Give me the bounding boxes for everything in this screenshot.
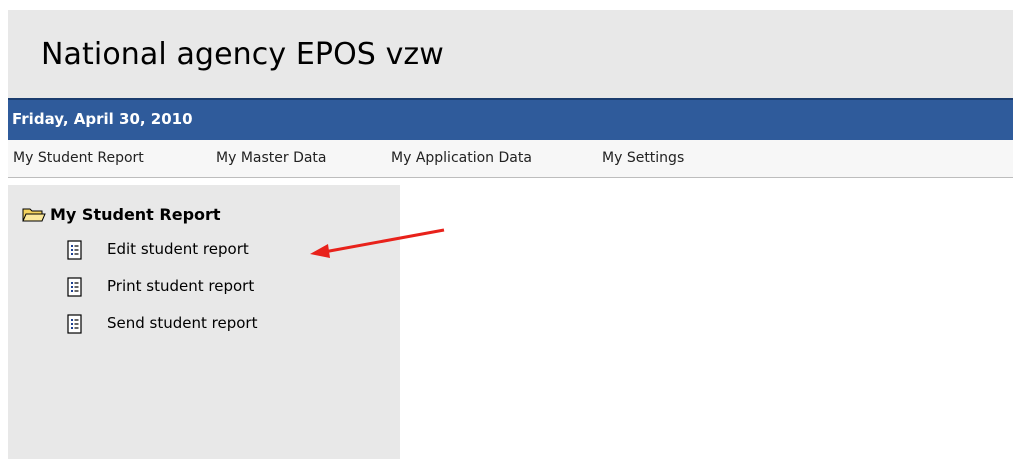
date-bar: Friday, April 30, 2010 xyxy=(8,98,1013,140)
annotation-arrow-icon xyxy=(310,228,445,258)
document-list-icon xyxy=(67,277,82,297)
folder-open-icon xyxy=(22,208,46,222)
menu-item-my-master-data[interactable]: My Master Data xyxy=(216,150,327,166)
sidebar-folder-label: My Student Report xyxy=(50,205,221,224)
current-date: Friday, April 30, 2010 xyxy=(12,110,193,128)
menu-item-my-application-data[interactable]: My Application Data xyxy=(391,150,532,166)
app-header: National agency EPOS vzw xyxy=(8,10,1013,98)
menu-item-my-settings[interactable]: My Settings xyxy=(602,150,684,166)
top-menu-bar: My Student Report My Master Data My Appl… xyxy=(8,140,1013,178)
menu-item-my-student-report[interactable]: My Student Report xyxy=(13,150,144,166)
document-list-icon xyxy=(67,240,82,260)
sidebar-item-label: Send student report xyxy=(107,314,258,332)
sidebar-item-label: Edit student report xyxy=(107,240,249,258)
page-title: National agency EPOS vzw xyxy=(41,37,444,72)
sidebar-item-label: Print student report xyxy=(107,277,255,295)
document-list-icon xyxy=(67,314,82,334)
